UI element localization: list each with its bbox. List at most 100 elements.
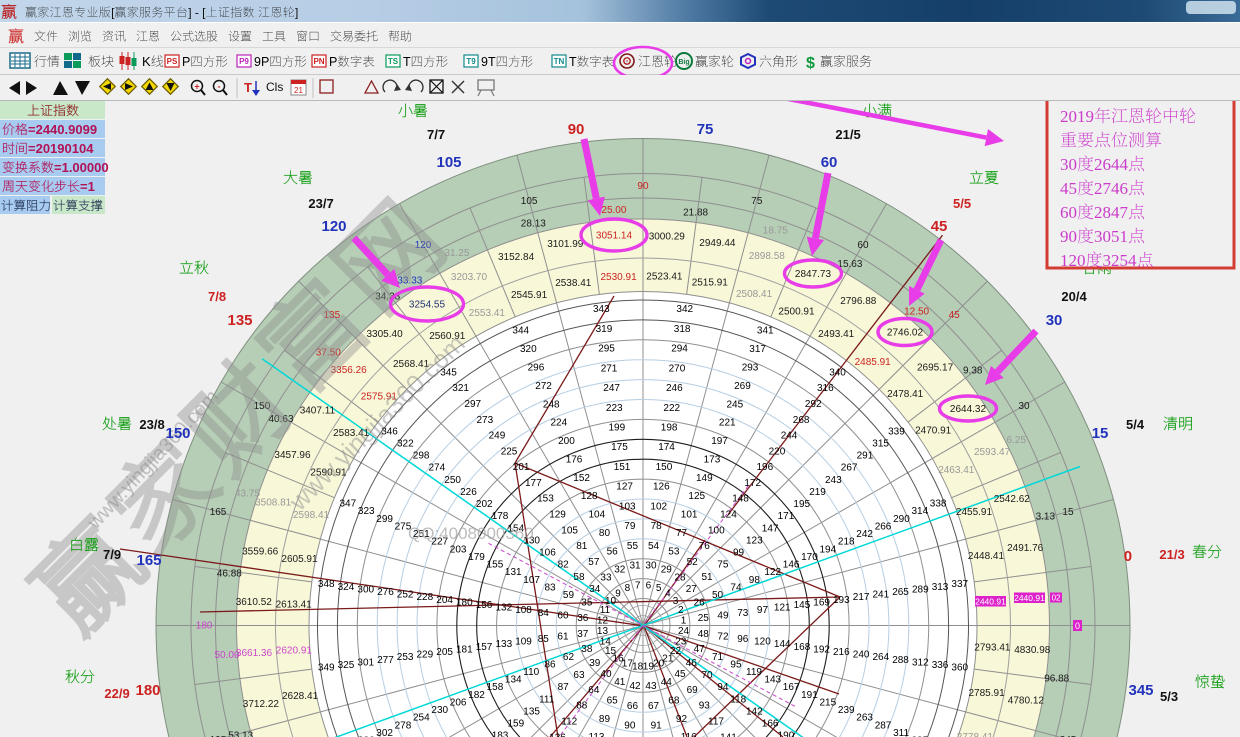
svg-text:243: 243 — [825, 475, 842, 486]
svg-text:2508.41: 2508.41 — [736, 289, 773, 300]
svg-text:250: 250 — [444, 475, 461, 486]
svg-text:K: K — [142, 54, 151, 69]
svg-text:338: 338 — [930, 499, 947, 510]
svg-text:PS: PS — [167, 57, 178, 66]
svg-text:60: 60 — [821, 154, 838, 171]
svg-text:104: 104 — [589, 510, 606, 521]
svg-text:2538.41: 2538.41 — [555, 278, 592, 289]
svg-text:50.00: 50.00 — [215, 650, 240, 661]
svg-text:88: 88 — [576, 701, 588, 712]
svg-text:134: 134 — [505, 675, 522, 686]
svg-text:31: 31 — [630, 561, 642, 572]
svg-text:157: 157 — [476, 642, 493, 653]
svg-text:245: 245 — [727, 399, 744, 410]
svg-text:145: 145 — [794, 600, 811, 611]
svg-text:240: 240 — [853, 650, 870, 661]
svg-text:293: 293 — [742, 363, 759, 374]
svg-text:143: 143 — [764, 675, 781, 686]
svg-text:315: 315 — [872, 439, 889, 450]
svg-text:296: 296 — [528, 363, 545, 374]
svg-text:112: 112 — [561, 717, 577, 728]
svg-text:124: 124 — [720, 510, 737, 521]
svg-text:23/8: 23/8 — [139, 417, 164, 432]
svg-text:2440.91: 2440.91 — [975, 597, 1006, 607]
svg-text:62: 62 — [563, 652, 575, 663]
svg-text:295: 295 — [598, 344, 615, 355]
svg-text:129: 129 — [549, 510, 566, 521]
svg-text:151: 151 — [614, 462, 631, 473]
svg-text:2542.62: 2542.62 — [994, 494, 1031, 505]
svg-text:182: 182 — [468, 690, 485, 701]
svg-text:204: 204 — [436, 595, 453, 606]
svg-text:317: 317 — [749, 344, 766, 355]
svg-text:174: 174 — [658, 442, 675, 453]
svg-text:107: 107 — [523, 575, 540, 586]
svg-text:215: 215 — [820, 698, 837, 709]
svg-text:101: 101 — [681, 510, 698, 521]
svg-text:=20190104: =20190104 — [28, 141, 94, 156]
svg-text:299: 299 — [376, 514, 393, 525]
svg-text:2523.41: 2523.41 — [646, 272, 683, 283]
svg-text:28.13: 28.13 — [521, 219, 546, 230]
svg-text:1: 1 — [681, 616, 687, 627]
svg-text:3101.99: 3101.99 — [547, 239, 584, 250]
svg-text:343: 343 — [593, 304, 610, 315]
svg-text:294: 294 — [671, 344, 688, 355]
svg-text:313: 313 — [932, 582, 949, 593]
svg-text:264: 264 — [873, 652, 890, 663]
svg-text:2746.02: 2746.02 — [887, 328, 924, 339]
svg-text:5/5: 5/5 — [953, 196, 971, 211]
svg-text:105: 105 — [437, 154, 462, 171]
svg-text:2019: 2019 — [1060, 107, 1094, 126]
svg-text:42: 42 — [630, 681, 642, 692]
svg-text:171: 171 — [778, 511, 795, 522]
svg-text:337: 337 — [951, 579, 968, 590]
svg-text:90: 90 — [637, 181, 649, 192]
svg-text:249: 249 — [489, 431, 506, 442]
svg-text:287: 287 — [875, 720, 892, 731]
svg-text:2553.41: 2553.41 — [469, 308, 506, 319]
svg-text:198: 198 — [661, 423, 678, 434]
svg-text:5/4: 5/4 — [1126, 417, 1145, 432]
svg-text:3559.66: 3559.66 — [242, 547, 279, 558]
svg-text:159: 159 — [508, 719, 525, 730]
svg-text:3407.11: 3407.11 — [300, 406, 336, 417]
svg-text:45: 45 — [675, 669, 687, 680]
svg-text:2898.58: 2898.58 — [749, 251, 786, 262]
svg-text:3457.96: 3457.96 — [274, 450, 311, 461]
svg-text:220: 220 — [769, 446, 786, 457]
svg-text:200: 200 — [558, 436, 575, 447]
svg-text:2470.91: 2470.91 — [915, 425, 952, 436]
svg-text:347: 347 — [340, 499, 357, 510]
svg-text:253: 253 — [397, 652, 414, 663]
svg-text:T: T — [244, 80, 252, 95]
svg-text:2778.41: 2778.41 — [957, 732, 994, 737]
svg-text:201: 201 — [513, 462, 530, 473]
svg-text:67: 67 — [648, 701, 660, 712]
svg-text:2949.44: 2949.44 — [699, 238, 736, 249]
svg-text:320: 320 — [520, 344, 537, 355]
svg-text:2485.91: 2485.91 — [855, 357, 892, 368]
svg-text:228: 228 — [417, 592, 434, 603]
svg-text:95: 95 — [730, 659, 742, 670]
svg-text:122: 122 — [764, 567, 781, 578]
svg-text:48: 48 — [698, 629, 710, 640]
svg-text:126: 126 — [653, 482, 670, 493]
svg-text:36: 36 — [577, 613, 589, 624]
svg-text:92: 92 — [676, 714, 688, 725]
svg-text:131: 131 — [505, 567, 522, 578]
svg-text:102: 102 — [650, 501, 667, 512]
svg-text:91: 91 — [651, 721, 663, 732]
svg-text:202: 202 — [476, 499, 493, 510]
svg-text:297: 297 — [464, 399, 481, 410]
svg-text:2463.41: 2463.41 — [938, 465, 975, 476]
svg-text:273: 273 — [477, 415, 494, 426]
svg-text:53.13: 53.13 — [228, 731, 253, 737]
svg-text:340: 340 — [829, 367, 846, 378]
svg-text:292: 292 — [805, 399, 822, 410]
svg-text:149: 149 — [696, 473, 713, 484]
svg-text:316: 316 — [817, 383, 834, 394]
svg-text:311: 311 — [893, 728, 909, 737]
svg-text:84: 84 — [538, 608, 550, 619]
svg-text:64: 64 — [588, 685, 600, 696]
